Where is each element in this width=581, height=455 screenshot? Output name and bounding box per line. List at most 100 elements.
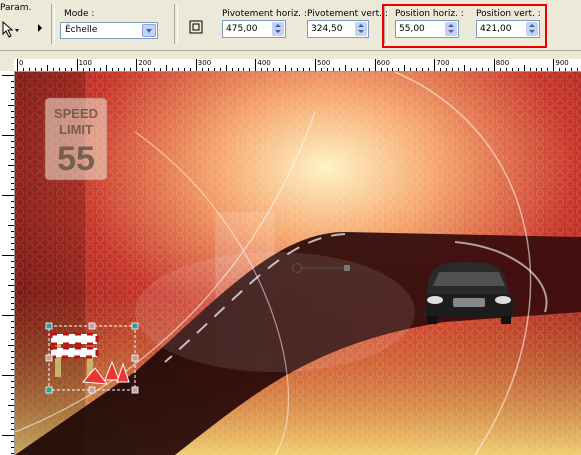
- pivot-vertical-field[interactable]: 324,50: [307, 20, 369, 38]
- ruler-minor-tick: [11, 447, 14, 448]
- ruler-minor-tick: [440, 68, 442, 71]
- ruler-minor-tick: [231, 68, 233, 71]
- ruler-minor-tick: [11, 453, 14, 454]
- ruler-minor-tick: [8, 105, 14, 106]
- ruler-minor-tick: [261, 68, 263, 71]
- car: [423, 262, 513, 324]
- ruler-minor-tick: [28, 68, 30, 71]
- ruler-minor-tick: [368, 68, 370, 71]
- ruler-minor-tick: [291, 68, 293, 71]
- ruler-minor-tick: [8, 405, 14, 406]
- ruler-minor-tick: [46, 65, 48, 71]
- ruler-minor-tick: [201, 68, 203, 71]
- ruler-minor-tick: [11, 129, 14, 130]
- ruler-minor-tick: [177, 68, 179, 71]
- ruler-minor-tick: [11, 381, 14, 382]
- ruler-minor-tick: [11, 213, 14, 214]
- ruler-minor-tick: [213, 68, 215, 71]
- ruler-minor-tick: [11, 237, 14, 238]
- ruler-major-tick: [255, 59, 257, 71]
- ruler-minor-tick: [237, 68, 239, 71]
- ruler-minor-tick: [11, 417, 14, 418]
- ruler-label: 600: [376, 59, 390, 67]
- ruler-minor-tick: [326, 68, 328, 71]
- ruler-minor-tick: [243, 68, 245, 71]
- ruler-minor-tick: [279, 68, 281, 71]
- mode-value: Échelle: [65, 25, 98, 35]
- ruler-minor-tick: [11, 93, 14, 94]
- mode-select[interactable]: Échelle: [60, 22, 158, 39]
- ruler-label: 800: [495, 59, 510, 67]
- ruler-minor-tick: [11, 111, 14, 112]
- ruler-minor-tick: [446, 68, 448, 71]
- ruler-minor-tick: [94, 68, 96, 71]
- ruler-minor-tick: [166, 65, 167, 71]
- ruler-minor-tick: [320, 68, 322, 71]
- sign-number: 55: [57, 140, 95, 178]
- ruler-minor-tick: [124, 68, 126, 71]
- ruler-minor-tick: [11, 429, 14, 430]
- ruler-minor-tick: [11, 99, 14, 100]
- separator: [51, 4, 55, 44]
- ruler-minor-tick: [267, 68, 269, 71]
- ruler-minor-tick: [398, 68, 400, 71]
- spinner-arrows-icon[interactable]: [355, 22, 367, 36]
- ruler-label: 0: [19, 59, 24, 67]
- ruler-minor-tick: [2, 255, 14, 256]
- ruler-minor-tick: [362, 68, 364, 71]
- ruler-minor-tick: [464, 65, 465, 71]
- ruler-minor-tick: [11, 189, 14, 190]
- ruler-minor-tick: [303, 68, 305, 71]
- ruler-minor-tick: [475, 68, 477, 71]
- ruler-minor-tick: [499, 68, 501, 71]
- spinner-arrows-icon[interactable]: [272, 22, 284, 36]
- canvas-artwork: SPEED LIMIT 55: [15, 72, 581, 455]
- ruler-minor-tick: [565, 68, 567, 71]
- tool-options-bar: Param. Mode : Échelle Pivotement horiz. …: [0, 0, 581, 51]
- ruler-minor-tick: [11, 147, 14, 148]
- ruler-minor-tick: [11, 291, 14, 292]
- ruler-minor-tick: [148, 68, 150, 71]
- ruler-minor-tick: [505, 68, 507, 71]
- ruler-minor-tick: [160, 68, 162, 71]
- ruler-minor-tick: [11, 267, 14, 268]
- expand-arrow-button[interactable]: [36, 19, 44, 41]
- ruler-minor-tick: [171, 68, 173, 71]
- param-label: Param.: [0, 3, 32, 13]
- ruler-minor-tick: [577, 68, 579, 71]
- ruler-minor-tick: [130, 68, 132, 71]
- ruler-label: 900: [555, 59, 569, 67]
- chevron-down-icon[interactable]: [142, 24, 156, 37]
- ruler-minor-tick: [11, 357, 14, 358]
- ruler-minor-tick: [511, 68, 513, 71]
- ruler-minor-tick: [469, 68, 471, 71]
- ruler-minor-tick: [40, 68, 42, 71]
- ruler-minor-tick: [11, 177, 14, 178]
- ruler-major-tick: [434, 59, 436, 71]
- ruler-minor-tick: [11, 207, 14, 208]
- ruler-minor-tick: [88, 68, 90, 71]
- ruler-minor-tick: [52, 68, 54, 71]
- ruler-minor-tick: [11, 321, 14, 322]
- ruler-minor-tick: [541, 68, 543, 71]
- ruler-minor-tick: [11, 423, 14, 424]
- ruler-minor-tick: [70, 68, 72, 71]
- pointer-tool-button[interactable]: [0, 19, 20, 41]
- pivot-center-button[interactable]: [188, 19, 208, 41]
- ruler-minor-tick: [8, 225, 14, 226]
- horizontal-ruler: 0 100 200 300 400 500 600 700 800 900: [14, 59, 581, 72]
- ruler-major-tick: [493, 59, 495, 71]
- ruler-minor-tick: [22, 68, 24, 71]
- ruler-minor-tick: [11, 351, 14, 352]
- ruler-minor-tick: [297, 68, 299, 71]
- ruler-minor-tick: [11, 183, 14, 184]
- ruler-minor-tick: [338, 68, 340, 71]
- ruler-minor-tick: [11, 117, 14, 118]
- pivot-horizontal-field[interactable]: 475,00: [222, 20, 286, 38]
- ruler-minor-tick: [2, 75, 14, 76]
- ruler-minor-tick: [344, 65, 346, 71]
- ruler-minor-tick: [34, 68, 36, 71]
- image-canvas[interactable]: SPEED LIMIT 55: [15, 72, 581, 455]
- ruler-major-tick: [374, 59, 376, 71]
- sign-line-2: LIMIT: [59, 122, 93, 137]
